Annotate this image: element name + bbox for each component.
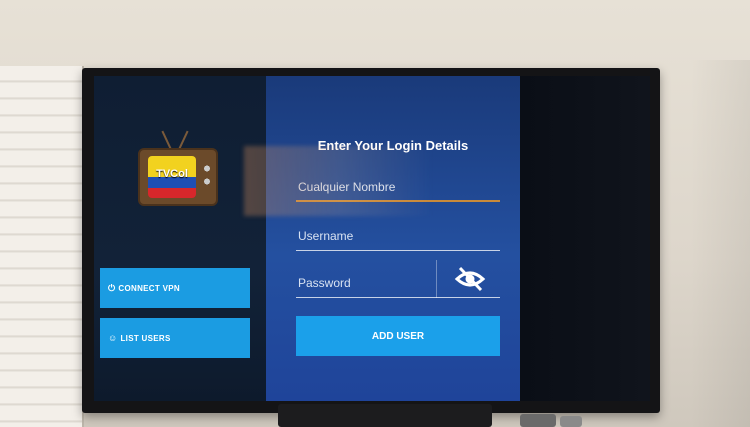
username-field[interactable]: Username: [296, 221, 500, 251]
connect-vpn-button[interactable]: ⏻ CONNECT VPN: [100, 268, 250, 308]
app-logo: TVCol: [134, 130, 224, 206]
connect-vpn-label: CONNECT VPN: [118, 283, 180, 293]
users-icon: ☺: [108, 333, 118, 343]
login-panel: Enter Your Login Details Cualquier Nombr…: [266, 76, 520, 401]
password-separator: [436, 260, 437, 298]
retro-tv-icon: TVCol: [138, 148, 218, 206]
screen-right-area: [520, 76, 650, 401]
tv: Enter Your Login Details Cualquier Nombr…: [82, 68, 660, 413]
tv-screen: Enter Your Login Details Cualquier Nombr…: [94, 76, 650, 401]
window-blinds: [0, 66, 84, 427]
wall-shadow: [690, 60, 750, 427]
power-icon: ⏻: [108, 282, 116, 293]
list-users-button[interactable]: ☺ LIST USERS: [100, 318, 250, 358]
add-user-button[interactable]: ADD USER: [296, 316, 500, 356]
eye-off-icon[interactable]: [454, 266, 486, 292]
window-reflection: [244, 146, 434, 216]
brand-label: TVCol: [156, 168, 188, 180]
device: [520, 414, 556, 427]
tv-knobs: [202, 162, 212, 188]
soundbar: [278, 404, 492, 427]
list-users-label: LIST USERS: [120, 333, 171, 343]
device-small: [560, 416, 582, 427]
